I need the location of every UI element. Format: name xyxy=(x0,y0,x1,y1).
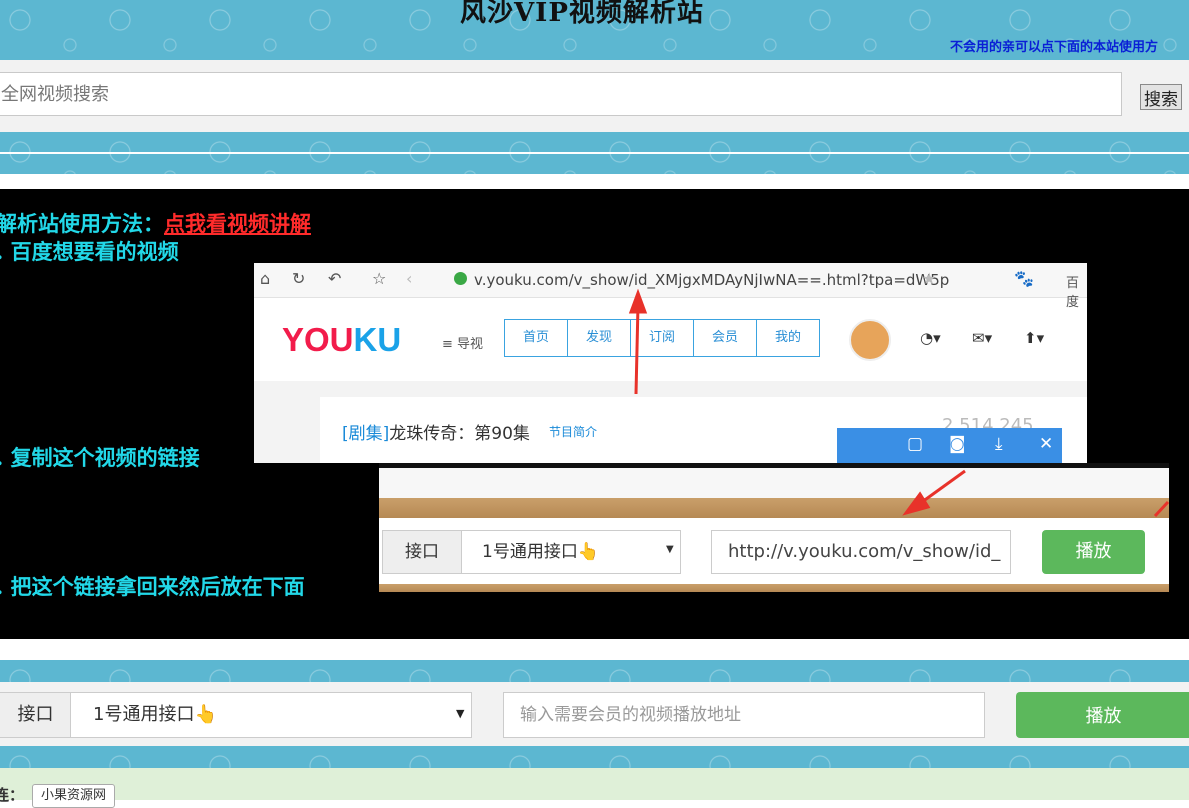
spacer xyxy=(0,174,1189,189)
history-icon: ◔▾ xyxy=(920,329,941,347)
play-widget-top xyxy=(379,468,1169,498)
friend-links-label: 连： xyxy=(0,786,25,804)
screenshot-url-field: http://v.youku.com/v_show/id_ xyxy=(711,530,1011,574)
api-label: 接口 xyxy=(0,692,71,738)
top-banner: 风沙VIP视频解析站 不会用的亲可以点下面的本站使用方 xyxy=(0,0,1189,60)
play-button[interactable]: 播放 xyxy=(1016,692,1189,738)
youku-logo: YOUKU xyxy=(282,321,402,358)
search-row xyxy=(0,60,1189,132)
window-icon: ▢ xyxy=(907,434,924,454)
chevron-down-icon[interactable]: ▼ xyxy=(456,707,464,720)
browser-url: v.youku.com/v_show/id_XMjgxMDAyNjIwNA==.… xyxy=(474,271,950,289)
stripe-divider xyxy=(0,152,1189,154)
close-icon: ✕ xyxy=(1039,434,1054,454)
video-intro-link: 节目简介 xyxy=(549,425,598,439)
video-tag: [剧集] xyxy=(342,424,390,444)
video-title-text: 龙珠传奇：第90集 xyxy=(389,424,530,444)
chevron-down-icon: ▼ xyxy=(666,544,674,555)
camera-icon: ◙ xyxy=(949,434,966,454)
browser-toolbar: ⌂ ↻ ↶ ☆ ‹ v.youku.com/v_show/id_XMjgxMDA… xyxy=(254,263,1087,310)
video-url-input[interactable] xyxy=(503,692,985,738)
avatar xyxy=(849,319,891,361)
wood-border-top xyxy=(379,498,1169,518)
guide-heading-label: 解析站使用方法： xyxy=(0,211,164,236)
nav-guide: ≡ 导视 xyxy=(442,337,484,352)
guide-step-3: . 把这个链接拿回来然后放在下面 xyxy=(0,574,305,599)
tab-mine: 我的 xyxy=(774,330,801,345)
download-icon: ⤓ xyxy=(995,434,1003,454)
friend-link[interactable]: 小果资源网 xyxy=(32,784,116,808)
baidu-paw-icon: 🐾 xyxy=(1014,269,1034,288)
star-icon: ☆ xyxy=(372,269,387,288)
tab-subscribe: 订阅 xyxy=(631,320,694,356)
search-engine-label: 百度 xyxy=(1066,276,1080,310)
guide-step-1: . 百度想要看的视频 xyxy=(0,239,179,264)
footer-area xyxy=(0,768,1189,800)
video-title: [剧集]龙珠传奇：第90集 xyxy=(342,419,530,444)
search-input[interactable] xyxy=(0,72,1122,116)
api-select[interactable]: 1号通用接口👆 xyxy=(70,692,472,738)
upload-icon: ⬆▾ xyxy=(1024,329,1045,347)
wood-border-bottom xyxy=(379,584,1169,592)
refresh-icon: ↻ xyxy=(292,269,306,288)
site-title: 风沙VIP视频解析站 xyxy=(460,0,704,28)
guide-step-2: . 复制这个视频的链接 xyxy=(0,445,200,470)
player-toolbar: ▢ ◙ ⤓ ✕ xyxy=(837,428,1062,463)
undo-icon: ↶ xyxy=(328,269,342,288)
screenshot-play-button: 播放 xyxy=(1042,530,1145,574)
secure-icon xyxy=(454,272,467,285)
usage-tip-link[interactable]: 不会用的亲可以点下面的本站使用方 xyxy=(950,36,1158,55)
guide-heading: 解析站使用方法：点我看视频讲解 xyxy=(0,208,311,238)
tab-discover: 发现 xyxy=(568,320,631,356)
back-icon: ‹ xyxy=(406,269,413,288)
tab-member: 会员 xyxy=(694,320,757,356)
bookmark-star-icon: ★ xyxy=(922,269,937,288)
mail-icon: ✉▾ xyxy=(972,329,993,347)
browser-screenshot: ⌂ ↻ ↶ ☆ ‹ v.youku.com/v_show/id_XMjgxMDA… xyxy=(254,263,1087,463)
screenshot-api-label: 接口 xyxy=(382,530,462,574)
decorative-stripe-3 xyxy=(0,746,1189,768)
decorative-stripe-2 xyxy=(0,660,1189,682)
play-widget-screenshot: 接口 1号通用接口👆 ▼ http://v.youku.com/v_show/i… xyxy=(379,468,1169,592)
guide-video-link[interactable]: 点我看视频讲解 xyxy=(164,211,311,236)
tab-home: 首页 xyxy=(505,320,568,356)
search-button[interactable]: 搜索 xyxy=(1140,84,1182,110)
youku-tabs: 首页 发现 订阅 会员 我的 xyxy=(504,319,820,357)
home-icon: ⌂ xyxy=(260,269,271,288)
screenshot-api-select: 1号通用接口👆 xyxy=(461,530,681,574)
